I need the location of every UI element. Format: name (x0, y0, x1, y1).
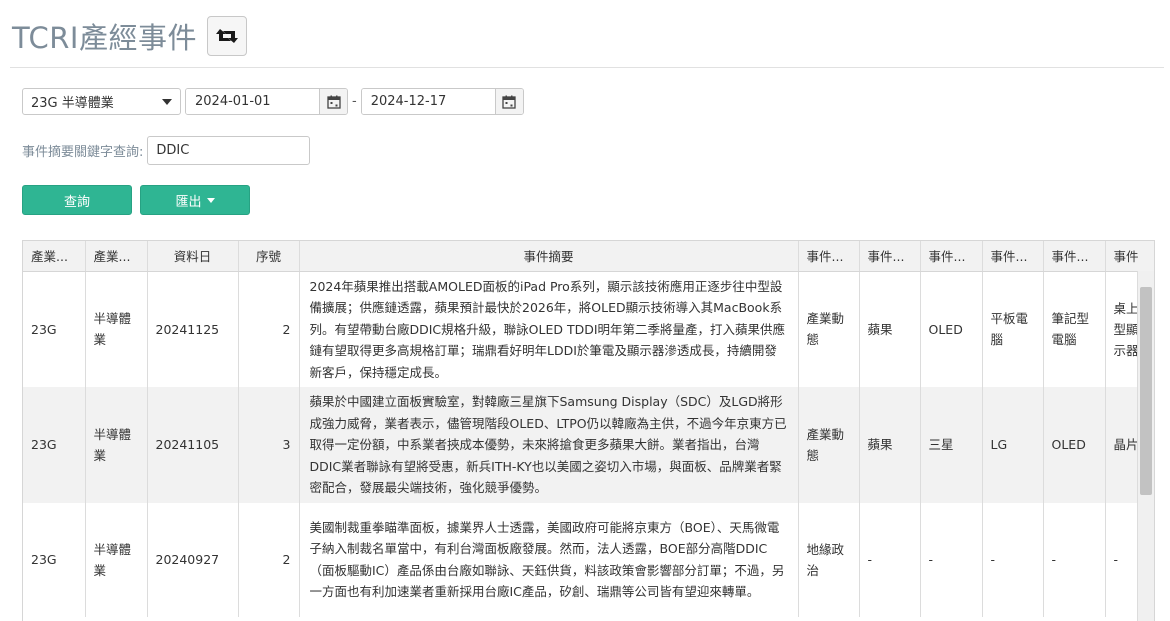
cell-date: 20241125 (147, 271, 239, 387)
cell-event-5: - (1043, 502, 1106, 617)
date-from-input[interactable] (186, 89, 319, 114)
date-from-calendar-button[interactable] (319, 89, 347, 114)
header-divider (10, 67, 1164, 68)
cell-seq: 2 (238, 271, 300, 387)
column-header[interactable]: 事件... (798, 241, 860, 272)
column-header[interactable]: 產業... (85, 241, 148, 272)
cell-summary: 美國制裁重拳瞄準面板，據業界人士透露，美國政府可能將京東方（BOE）、天馬微電子… (299, 502, 799, 617)
date-to-group (360, 88, 524, 115)
cell-event-4: - (982, 502, 1044, 617)
cell-seq: 2 (238, 502, 300, 617)
cell-date: 20241105 (147, 387, 239, 503)
cell-event-4: LG (982, 387, 1044, 503)
keyword-label: 事件摘要關鍵字查詢: (22, 145, 144, 160)
cell-code: 23G (23, 502, 86, 617)
table-header-row: 產業... 產業... 資料日 序號 事件摘要 事件... 事件... 事件..… (23, 241, 1154, 272)
cell-event-2: - (859, 502, 921, 617)
industry-select-value: 23G 半導體業 (31, 96, 114, 111)
cell-industry: 半導體業 (85, 271, 148, 387)
calendar-icon (326, 95, 341, 109)
keyword-row: 事件摘要關鍵字查詢: (22, 136, 311, 165)
table-row[interactable]: 23G 半導體業 20241105 3 蘋果於中國建立面板實驗室，對韓廠三星旗下… (23, 387, 1154, 503)
cell-code: 23G (23, 271, 86, 387)
scrollbar-thumb[interactable] (1140, 287, 1152, 495)
calendar-icon (502, 95, 516, 109)
column-header[interactable]: 事件... (920, 241, 983, 272)
column-header[interactable]: 事件... (859, 241, 921, 272)
cell-event-4: 平板電腦 (982, 271, 1044, 387)
column-header[interactable]: 事件摘要 (299, 241, 799, 272)
cell-event-2: 蘋果 (859, 271, 921, 387)
title-row: TCRI產經事件 (12, 14, 247, 58)
column-header[interactable]: 事件... (982, 241, 1044, 272)
cell-date: 20240927 (147, 502, 239, 617)
export-button-label: 匯出 (175, 194, 202, 210)
caret-down-icon (206, 197, 215, 203)
action-buttons: 查詢 匯出 (22, 185, 250, 215)
cell-event-5: OLED (1043, 387, 1106, 503)
retweet-icon (215, 29, 238, 43)
cell-seq: 3 (238, 387, 300, 503)
switch-view-button[interactable] (206, 16, 247, 56)
column-header[interactable]: 事件 (1105, 241, 1154, 272)
date-to-calendar-button[interactable] (494, 89, 523, 114)
cell-event-1: 產業動態 (798, 387, 860, 503)
cell-event-1: 地緣政治 (798, 502, 860, 617)
keyword-input[interactable] (147, 136, 311, 165)
date-range-separator: - (352, 94, 357, 109)
date-from-group (185, 88, 348, 115)
column-header[interactable]: 產業... (23, 241, 86, 272)
column-header[interactable]: 序號 (238, 241, 300, 272)
column-header[interactable]: 資料日 (147, 241, 239, 272)
column-header[interactable]: 事件... (1043, 241, 1106, 272)
cell-summary: 蘋果於中國建立面板實驗室，對韓廠三星旗下Samsung Display（SDC）… (299, 387, 799, 503)
page-title: TCRI產經事件 (12, 21, 197, 55)
cell-event-1: 產業動態 (798, 271, 860, 387)
query-button-label: 查詢 (63, 194, 90, 210)
industry-select[interactable]: 23G 半導體業 (22, 88, 181, 115)
caret-down-icon (162, 98, 172, 105)
cell-event-3: 三星 (920, 387, 983, 503)
query-button[interactable]: 查詢 (22, 185, 132, 215)
table-row[interactable]: 23G 半導體業 20240927 2 美國制裁重拳瞄準面板，據業界人士透露，美… (23, 502, 1154, 617)
export-button[interactable]: 匯出 (140, 185, 250, 215)
vertical-scrollbar[interactable] (1137, 271, 1154, 621)
cell-summary: 2024年蘋果推出搭載AMOLED面板的iPad Pro系列，顯示該技術應用正逐… (299, 271, 799, 387)
cell-event-5: 筆記型電腦 (1043, 271, 1106, 387)
filter-row: 23G 半導體業 - (22, 88, 524, 115)
events-table: 產業... 產業... 資料日 序號 事件摘要 事件... 事件... 事件..… (23, 241, 1154, 617)
events-grid: 產業... 產業... 資料日 序號 事件摘要 事件... 事件... 事件..… (22, 240, 1155, 621)
table-row[interactable]: 23G 半導體業 20241125 2 2024年蘋果推出搭載AMOLED面板的… (23, 271, 1154, 387)
cell-event-3: - (920, 502, 983, 617)
cell-industry: 半導體業 (85, 387, 148, 503)
cell-code: 23G (23, 387, 86, 503)
date-to-input[interactable] (361, 89, 495, 114)
cell-industry: 半導體業 (85, 502, 148, 617)
cell-event-2: 蘋果 (859, 387, 921, 503)
cell-event-3: OLED (920, 271, 983, 387)
